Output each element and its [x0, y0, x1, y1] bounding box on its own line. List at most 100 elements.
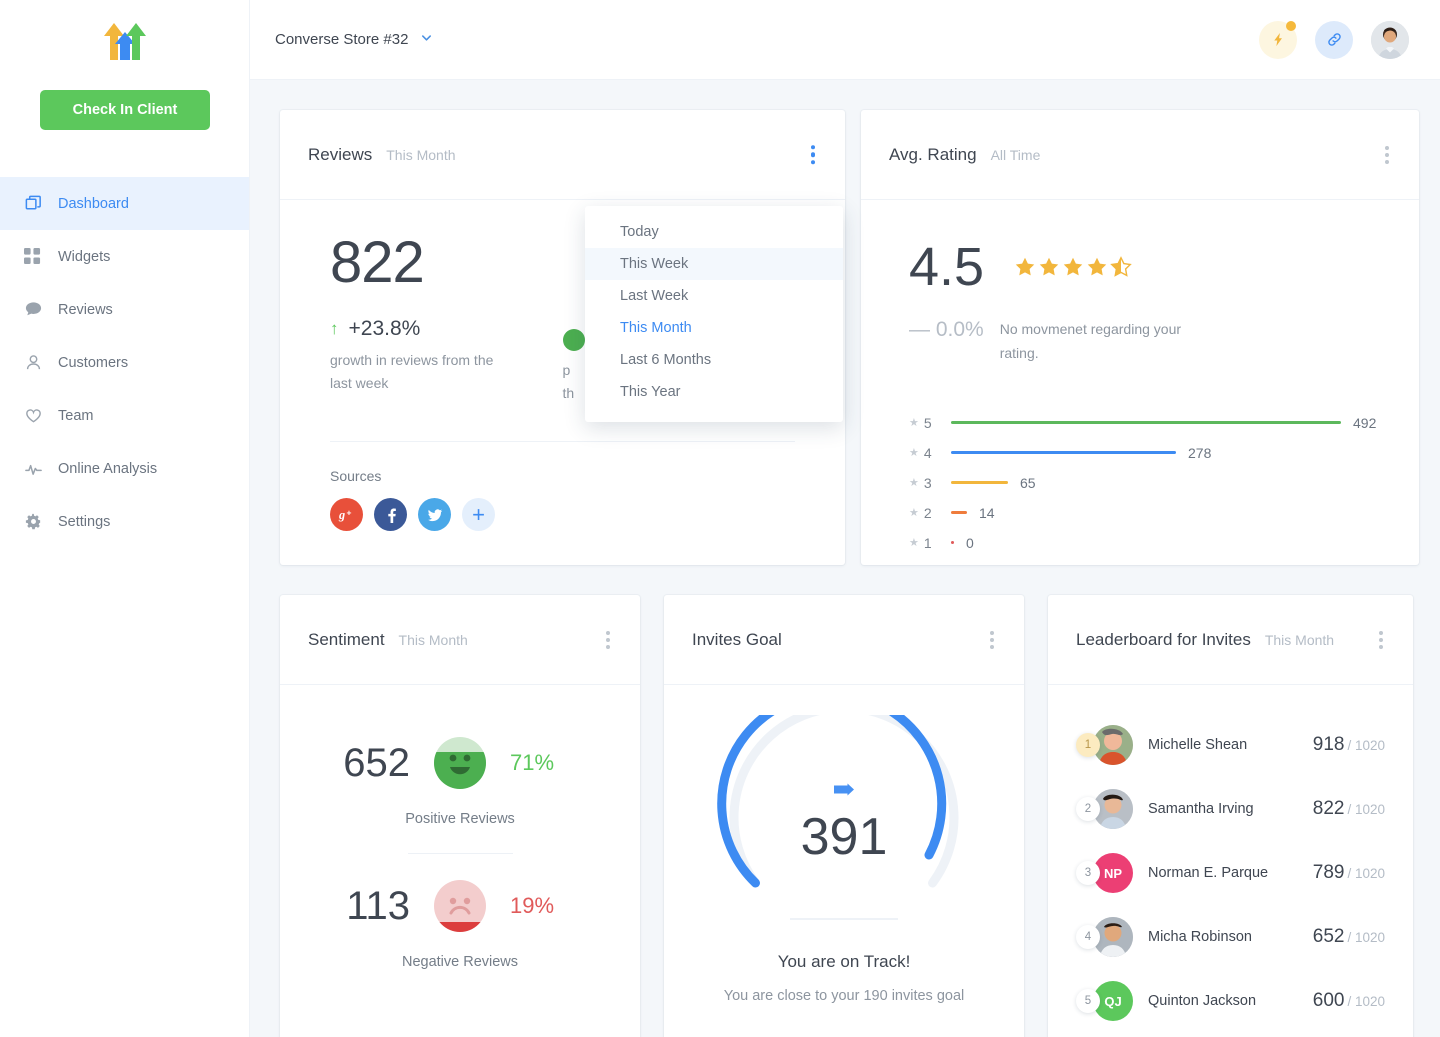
invites-gauge: 391: [714, 715, 974, 900]
sentiment-body: 652 71%: [280, 685, 640, 970]
list-item-score-wrap: 822/ 1020: [1313, 798, 1385, 820]
list-item-name: Samantha Irving: [1134, 801, 1313, 817]
lightning-bolt-button[interactable]: [1259, 21, 1297, 59]
rating-bar-value: 65: [1020, 475, 1036, 491]
dropdown-item-today[interactable]: Today: [585, 216, 843, 248]
rating-bar-fill: [951, 511, 967, 514]
list-item[interactable]: 2 Samantha Irvi: [1076, 777, 1385, 841]
list-item-score: 918: [1313, 734, 1345, 755]
sidebar-item-dashboard[interactable]: Dashboard: [0, 177, 249, 230]
star-icon: [1086, 256, 1108, 278]
smiley-icon: [563, 329, 585, 351]
sidebar-item-online-analysis[interactable]: Online Analysis: [0, 442, 249, 495]
sidebar: Check In Client Dashboard Widget: [0, 0, 250, 1037]
sidebar-item-widgets[interactable]: Widgets: [0, 230, 249, 283]
rating-distribution-chart: ★5 492 ★4 278: [909, 408, 1419, 558]
rating-bar-track: 65: [951, 475, 1036, 491]
list-item[interactable]: 4 Micha Robinso: [1076, 905, 1385, 969]
rating-bar-row: ★2 14: [909, 498, 1399, 528]
invites-card-header: Invites Goal: [664, 595, 1024, 685]
kebab-dot: [1385, 146, 1389, 150]
dropdown-item-this-month[interactable]: This Month: [585, 312, 843, 344]
sentiment-period[interactable]: This Month: [399, 632, 468, 648]
google-plus-icon[interactable]: g+: [330, 498, 363, 531]
rank-badge: 2: [1076, 797, 1100, 821]
facebook-icon[interactable]: [374, 498, 407, 531]
notification-badge: [1286, 21, 1296, 31]
list-item-score: 789: [1313, 862, 1345, 883]
check-in-client-button[interactable]: Check In Client: [40, 90, 210, 130]
invites-body: 391 You are on Track! You are close to y…: [664, 685, 1024, 1004]
chevron-down-icon: [420, 31, 433, 49]
sentiment-menu-button[interactable]: [602, 627, 614, 653]
sentiment-card-header: Sentiment This Month: [280, 595, 640, 685]
avatar[interactable]: [1371, 21, 1409, 59]
dropdown-item-last-week[interactable]: Last Week: [585, 280, 843, 312]
reviews-card-header: Reviews This Month: [280, 110, 845, 200]
avg-rating-menu-button[interactable]: [1381, 142, 1393, 168]
list-item[interactable]: 5 QJ Quinton Jackson 600/ 1020: [1076, 969, 1385, 1033]
list-item-total: / 1020: [1347, 930, 1385, 945]
sentiment-card: Sentiment This Month 652: [280, 595, 640, 1037]
pulse-icon: [24, 459, 58, 478]
dropdown-item-this-week[interactable]: This Week: [585, 248, 843, 280]
leaderboard-card-header: Leaderboard for Invites This Month: [1048, 595, 1413, 685]
kebab-dot: [1379, 631, 1383, 635]
svg-text:+: +: [347, 508, 352, 518]
leaderboard-menu-button[interactable]: [1375, 627, 1387, 653]
grid-icon: [24, 248, 58, 265]
sentiment-positive-line: 652 71%: [332, 737, 588, 789]
store-selector[interactable]: Converse Store #32: [275, 31, 433, 49]
avg-rating-card-header: Avg. Rating All Time: [861, 110, 1419, 200]
dropdown-item-this-year[interactable]: This Year: [585, 376, 843, 408]
leaderboard-period[interactable]: This Month: [1265, 632, 1334, 648]
sidebar-item-label: Team: [58, 408, 93, 424]
invites-menu-button[interactable]: [986, 627, 998, 653]
rating-bar-row: ★4 278: [909, 438, 1399, 468]
rank-avatar: 5 QJ: [1076, 981, 1134, 1021]
kebab-dot: [811, 145, 816, 150]
list-item[interactable]: 3 NP Norman E. Parque 789/ 1020: [1076, 841, 1385, 905]
rating-bar-row: ★5 492: [909, 408, 1399, 438]
page-title: Reviews: [308, 145, 372, 165]
rank-badge: 5: [1076, 989, 1100, 1013]
dropdown-item-last-6-months[interactable]: Last 6 Months: [585, 344, 843, 376]
sentiment-negative-group: 113 19%: [280, 880, 640, 970]
leaderboard-card: Leaderboard for Invites This Month 1: [1048, 595, 1413, 1037]
reviews-card: Reviews This Month 822 ↑ +23: [280, 110, 845, 565]
star-icon: ★: [909, 416, 919, 429]
sidebar-item-label: Widgets: [58, 249, 110, 265]
kebab-dot: [606, 631, 610, 635]
add-source-button[interactable]: +: [462, 498, 495, 531]
sidebar-item-customers[interactable]: Customers: [0, 336, 249, 389]
sidebar-item-team[interactable]: Team: [0, 389, 249, 442]
list-item-total: / 1020: [1347, 738, 1385, 753]
rating-bar-row: ★1 0: [909, 528, 1399, 558]
kebab-dot: [1385, 160, 1389, 164]
list-item-name: Norman E. Parque: [1134, 865, 1313, 881]
rating-bar-value: 278: [1188, 445, 1211, 461]
svg-text:g: g: [338, 508, 345, 522]
star-icon: [1062, 256, 1084, 278]
avg-rating-sub: — 0.0% No movmenet regarding your rating…: [909, 318, 1419, 366]
rating-bar-row: ★3 65: [909, 468, 1399, 498]
list-item[interactable]: 1 Michelle Shea: [1076, 713, 1385, 777]
rating-bar-fill: [951, 541, 954, 544]
list-item-name: Michelle Shean: [1134, 737, 1313, 753]
invites-title: Invites Goal: [692, 630, 782, 650]
reviews-total-column: 822 ↑ +23.8% growth in reviews from the …: [330, 234, 563, 405]
divider: [330, 441, 795, 442]
link-button[interactable]: [1315, 21, 1353, 59]
reviews-menu-button[interactable]: [807, 141, 820, 169]
avg-rating-card: Avg. Rating All Time 4.5: [861, 110, 1419, 565]
twitter-icon[interactable]: [418, 498, 451, 531]
invites-goal-card: Invites Goal: [664, 595, 1024, 1037]
reviews-period[interactable]: This Month: [386, 147, 455, 163]
reviews-delta-value: +23.8%: [349, 317, 421, 341]
avg-rating-value: 4.5: [909, 240, 984, 294]
avg-rating-period[interactable]: All Time: [991, 147, 1041, 163]
sidebar-item-reviews[interactable]: Reviews: [0, 283, 249, 336]
star-rating: [1014, 256, 1132, 278]
app-root: Check In Client Dashboard Widget: [0, 0, 1440, 1037]
sidebar-item-settings[interactable]: Settings: [0, 495, 249, 548]
